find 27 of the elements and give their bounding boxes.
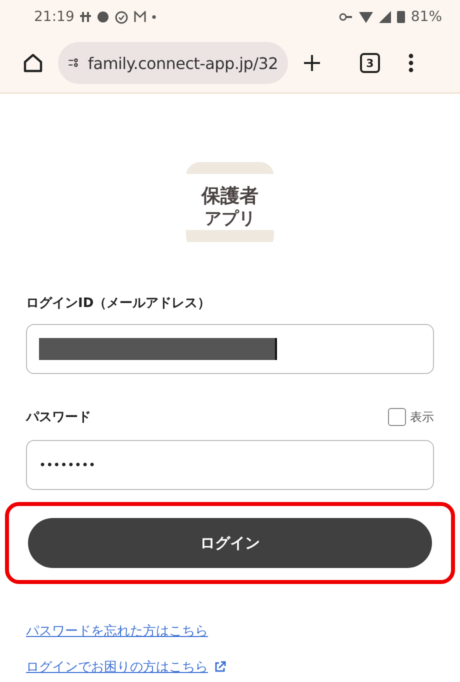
address-bar[interactable]: family.connect-app.jp/32 (58, 42, 288, 84)
check-circle-icon (115, 10, 128, 24)
show-password-label: 表示 (410, 408, 434, 426)
password-field[interactable]: •••••••• (26, 440, 434, 490)
dot-icon (152, 15, 156, 19)
status-time: 21:19 (34, 9, 74, 25)
battery-icon (396, 11, 405, 23)
external-link-icon (214, 661, 226, 673)
login-button[interactable]: ログイン (28, 518, 432, 568)
field-label: パスワード (26, 409, 91, 426)
mail-icon (134, 11, 146, 23)
battery-level: 81% (410, 9, 442, 25)
help-link[interactable]: パスワードを忘れた方はこちら (26, 622, 208, 640)
menu-icon[interactable] (408, 53, 414, 73)
field-label: ログインID（メールアドレス） (26, 295, 212, 312)
chat-icon (97, 11, 110, 23)
wifi-icon (358, 12, 373, 22)
show-password-checkbox[interactable] (388, 408, 406, 426)
home-icon[interactable] (22, 52, 44, 74)
tab-count-button[interactable]: 3 (360, 53, 380, 73)
signal-icon (378, 11, 391, 23)
hash-icon (80, 11, 92, 23)
email-field[interactable] (26, 324, 434, 374)
new-tab-icon[interactable] (302, 53, 322, 73)
url-text: family.connect-app.jp/32 (88, 54, 278, 72)
key-icon (338, 13, 353, 21)
help-link[interactable]: ログインでお困りの方はこちら (26, 658, 226, 676)
